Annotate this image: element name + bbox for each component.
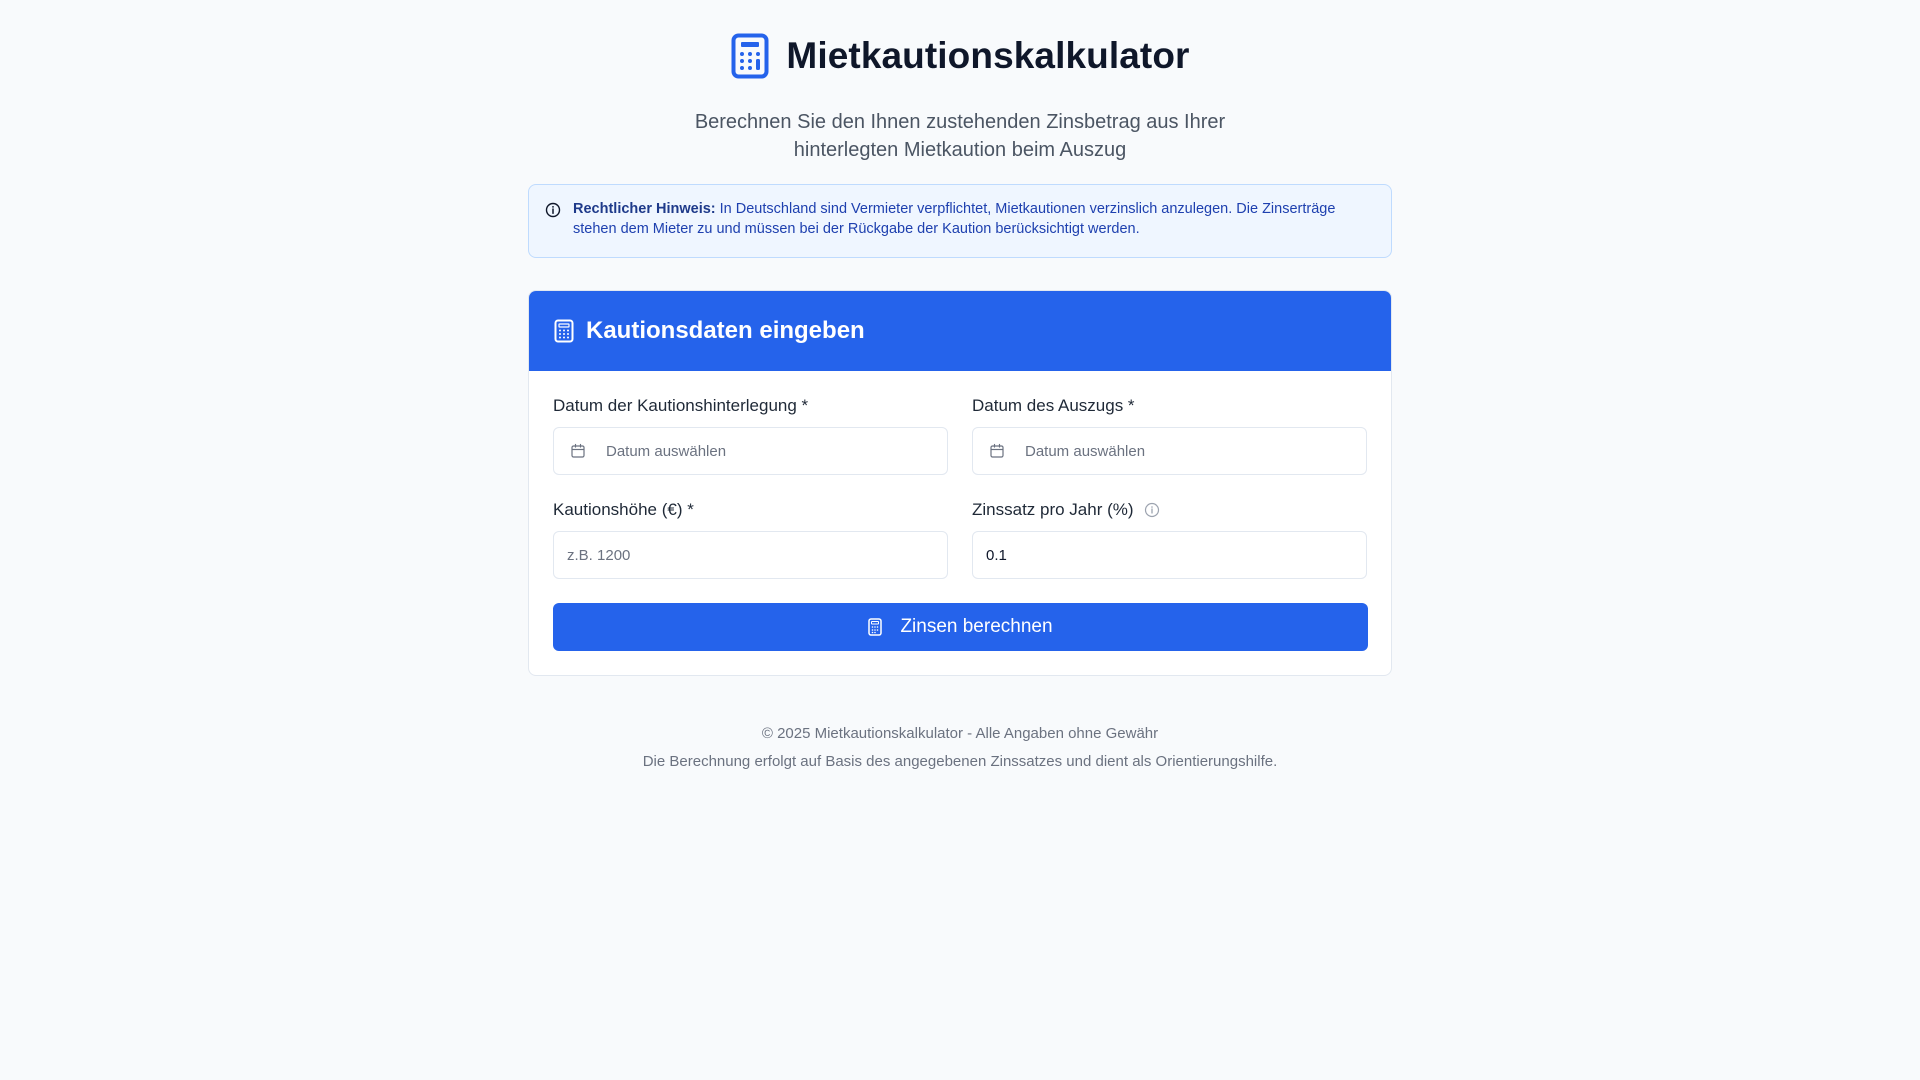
footer-copyright: © 2025 Mietkautionskalkulator - Alle Ang… <box>761 725 1159 742</box>
deposit-date-picker[interactable]: Datum auswählen <box>553 427 948 475</box>
notice-title: Rechtlicher Hinweis: <box>573 201 716 217</box>
title-row: Mietkautionskalkulator <box>0 33 1920 79</box>
page-subtitle: Berechnen Sie den Ihnen zustehenden Zins… <box>694 111 1226 161</box>
calendar-icon <box>989 443 1005 459</box>
deposit-form-card: Kautionsdaten eingeben Datum der Kaution… <box>528 290 1392 676</box>
info-circle-icon <box>545 202 561 218</box>
deposit-date-field: Datum der Kautionshinterlegung * Datum a… <box>553 395 948 475</box>
calculator-icon <box>730 33 770 79</box>
deposit-amount-field: Kautionshöhe (€) * z.B. 1200 <box>553 499 948 579</box>
calendar-icon <box>570 443 586 459</box>
info-circle-icon[interactable] <box>1144 502 1160 518</box>
deposit-form: Datum der Kautionshinterlegung * Datum a… <box>529 371 1391 651</box>
calculator-icon <box>868 618 884 636</box>
calculator-icon <box>554 319 576 343</box>
moveout-date-label: Datum des Auszugs * <box>972 396 1135 415</box>
interest-rate-label-row: Zinssatz pro Jahr (%) <box>972 499 1367 521</box>
calculate-button-label: Zinsen berechnen <box>900 616 1053 637</box>
calculate-button[interactable]: Zinsen berechnen <box>553 603 1368 651</box>
header: Mietkautionskalkulator Berechnen Sie den… <box>0 0 1920 164</box>
card-title: Kautionsdaten eingeben <box>586 317 865 344</box>
interest-rate-field: Zinssatz pro Jahr (%) 0.1 <box>972 499 1367 579</box>
moveout-date-label-row: Datum des Auszugs * <box>972 395 1367 417</box>
deposit-date-label-row: Datum der Kautionshinterlegung * <box>553 395 948 417</box>
deposit-amount-label-row: Kautionshöhe (€) * <box>553 499 948 521</box>
page: Mietkautionskalkulator Berechnen Sie den… <box>0 0 1920 1080</box>
card-header: Kautionsdaten eingeben <box>529 291 1391 371</box>
moveout-date-field: Datum des Auszugs * Datum auswählen <box>972 395 1367 475</box>
footer: © 2025 Mietkautionskalkulator - Alle Ang… <box>0 724 1920 772</box>
interest-rate-value: 0.1 <box>986 546 1007 564</box>
moveout-date-picker[interactable]: Datum auswählen <box>972 427 1367 475</box>
footer-disclaimer: Die Berechnung erfolgt auf Basis des ang… <box>642 753 1278 770</box>
deposit-amount-placeholder: z.B. 1200 <box>567 546 631 564</box>
deposit-amount-input[interactable]: z.B. 1200 <box>553 531 948 579</box>
form-row-dates: Datum der Kautionshinterlegung * Datum a… <box>553 395 1367 475</box>
deposit-date-placeholder: Datum auswählen <box>606 442 727 460</box>
deposit-date-label: Datum der Kautionshinterlegung * <box>553 396 809 415</box>
notice-text: Rechtlicher Hinweis: In Deutschland sind… <box>573 199 1375 257</box>
page-title: Mietkautionskalkulator <box>786 35 1190 76</box>
legal-notice: Rechtlicher Hinweis: In Deutschland sind… <box>528 184 1392 258</box>
deposit-amount-label: Kautionshöhe (€) * <box>553 500 694 519</box>
interest-rate-label: Zinssatz pro Jahr (%) <box>972 500 1134 519</box>
form-row-amounts: Kautionshöhe (€) * z.B. 1200 Zinssatz pr… <box>553 499 1367 579</box>
moveout-date-placeholder: Datum auswählen <box>1025 442 1146 460</box>
interest-rate-input[interactable]: 0.1 <box>972 531 1367 579</box>
